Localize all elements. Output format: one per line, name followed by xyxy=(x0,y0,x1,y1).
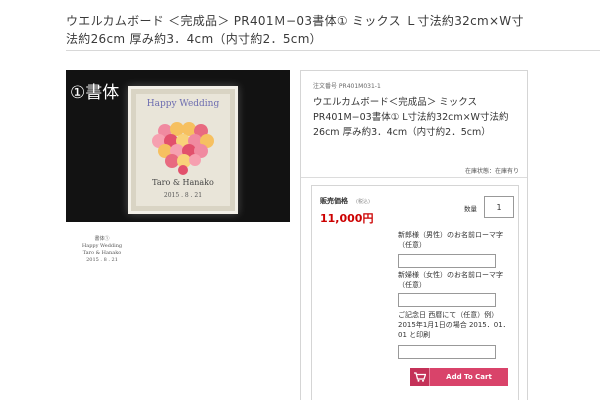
thumbnail-line: Taro & Hanako xyxy=(82,250,122,256)
product-thumbnail[interactable]: 書体① Happy Wedding Taro & Hanako 2015 . 8… xyxy=(72,236,132,272)
quantity-label: 数量 xyxy=(464,205,477,213)
product-main-image[interactable]: ①書体 Happy Wedding Taro & Hanako 2015 . 8… xyxy=(66,70,290,222)
frame-header-text: Happy Wedding xyxy=(146,99,220,109)
thumbnail-line: 2015 . 8 . 21 xyxy=(86,257,118,263)
price-value: 11,000円 xyxy=(320,212,374,225)
anniversary-date-input[interactable] xyxy=(398,345,496,359)
bride-name-label: 新婦様（女性）のお名前ローマ字（任意） xyxy=(398,271,503,289)
add-to-cart-button[interactable]: Add To Cart xyxy=(410,368,508,386)
frame-names-text: Taro & Hanako xyxy=(152,178,214,187)
welcome-board-frame: Happy Wedding Taro & Hanako 2015 . 8 . 2… xyxy=(128,86,238,214)
product-name: ウエルカムボード＜完成品＞ ミックス PR401M−03書体① L寸法約32cm… xyxy=(313,97,509,138)
quantity-input[interactable] xyxy=(484,196,514,218)
purchase-box: 販売価格 (税込) 11,000円 数量 新郎様（男性）のお名前ローマ字（任意）… xyxy=(311,185,519,400)
page-title: ウエルカムボード ＜完成品＞ PR401Ｍ−03書体① ミックス Ｌ寸法約32c… xyxy=(66,14,524,46)
groom-name-label: 新郎様（男性）のお名前ローマ字（任意） xyxy=(398,231,503,249)
tax-label: (税込) xyxy=(356,199,370,205)
add-to-cart-label: Add To Cart xyxy=(446,373,492,381)
thumbnail-line: 書体① xyxy=(94,236,110,242)
groom-name-input[interactable] xyxy=(398,254,496,268)
panel-divider xyxy=(301,177,527,178)
flower-heart-illustration xyxy=(152,122,214,175)
thumbnail-line: Happy Wedding xyxy=(81,243,123,249)
photo-label: ①書体 xyxy=(70,83,120,103)
price-label: 販売価格 xyxy=(320,197,348,205)
title-divider xyxy=(66,50,600,51)
cart-icon xyxy=(410,368,430,386)
anniversary-date-label: ご記念日 西暦にて（任意）例）2015年1月1日の場合 2015．01．01 と… xyxy=(398,311,510,339)
frame-date-text: 2015 . 8 . 21 xyxy=(163,192,203,199)
stock-status: 在庫状態：在庫有り xyxy=(464,168,519,175)
order-number: 注文番号 PR401M031-1 xyxy=(313,83,381,90)
product-info-panel: 注文番号 PR401M031-1 ウエルカムボード＜完成品＞ ミックス PR40… xyxy=(300,70,528,400)
bride-name-input[interactable] xyxy=(398,293,496,307)
